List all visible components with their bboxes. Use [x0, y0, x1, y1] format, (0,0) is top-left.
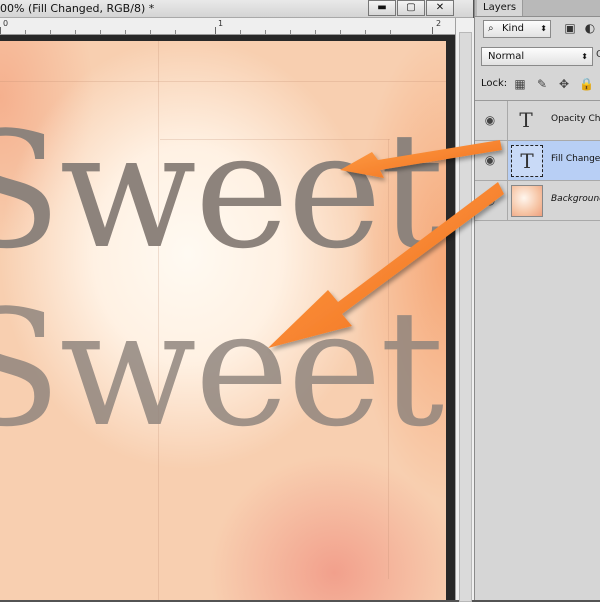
tab-layers[interactable]: Layers — [477, 0, 524, 16]
lock-position-icon[interactable]: ✥ — [557, 77, 571, 91]
updown-arrow-icon: ⬍ — [581, 52, 588, 61]
maximize-button[interactable]: ▢ — [397, 0, 425, 16]
ruler-tick — [100, 30, 101, 34]
ruler-label: 0 — [3, 19, 9, 28]
scrollbar-thumb[interactable] — [459, 32, 472, 602]
eye-icon[interactable]: ◉ — [483, 113, 497, 127]
layer-row-fill[interactable]: ◉ T Fill Changed — [475, 141, 600, 181]
layers-list: ◉ T Opacity Cha ◉ T Fill Changed ◉ Backg… — [475, 100, 600, 601]
document-canvas[interactable]: Sweet Sweet — [0, 41, 446, 600]
lock-paint-icon[interactable]: ✎ — [535, 77, 549, 91]
layer-row-background[interactable]: ◉ Background — [475, 181, 600, 221]
lock-row: Lock: ▦ ✎ ✥ 🔒 — [475, 76, 600, 94]
ruler-tick — [50, 30, 51, 34]
ruler-tick — [340, 30, 341, 34]
ruler-label: 1 — [218, 19, 224, 28]
ruler-tick — [75, 30, 76, 34]
blend-mode-label: Normal — [488, 51, 525, 62]
maximize-icon: ▢ — [406, 2, 416, 13]
panel-tab-bar: Layers — [475, 0, 600, 17]
lock-label: Lock: — [481, 78, 508, 89]
visibility-column: ◉ — [475, 101, 508, 140]
layers-panel: Layers ⌕ Kind ⬍ ▣ ◐ Normal ⬍ O Lock: ▦ ✎… — [474, 0, 600, 600]
opacity-label-cut: O — [596, 49, 600, 60]
ruler-tick — [0, 27, 1, 34]
eye-icon[interactable]: ◉ — [483, 153, 497, 167]
eye-icon[interactable]: ◉ — [483, 193, 497, 207]
layer-name[interactable]: Fill Changed — [551, 154, 600, 164]
window-controls: ▬ ▢ ✕ — [368, 0, 455, 16]
layer-name[interactable]: Background — [551, 194, 600, 204]
ruler-tick — [290, 30, 291, 34]
ruler-tick — [25, 30, 26, 34]
canvas-text-opacity-layer[interactable]: Sweet — [0, 111, 444, 271]
layer-name[interactable]: Opacity Cha — [551, 114, 600, 124]
canvas-text-fill-layer[interactable]: Sweet — [0, 289, 444, 449]
filter-kind-label: Kind — [502, 23, 525, 34]
ruler-tick — [150, 30, 151, 34]
layer-row-opacity[interactable]: ◉ T Opacity Cha — [475, 101, 600, 141]
ruler-tick — [125, 30, 126, 34]
text-layer-thumbnail: T — [511, 145, 543, 177]
canvas-area[interactable]: Sweet Sweet — [0, 35, 455, 600]
lock-all-icon[interactable]: 🔒 — [579, 77, 594, 91]
ruler-tick — [432, 27, 433, 34]
close-icon: ✕ — [435, 2, 445, 13]
minimize-icon: ▬ — [377, 2, 387, 13]
paper-fold-line — [0, 81, 446, 82]
document-title: 00% (Fill Changed, RGB/8) * — [0, 2, 155, 15]
updown-arrow-icon: ⬍ — [540, 24, 547, 33]
horizontal-ruler[interactable]: 0 1 2 — [0, 18, 455, 35]
visibility-column: ◉ — [475, 181, 508, 220]
ruler-tick — [365, 30, 366, 34]
ruler-tick — [175, 30, 176, 34]
blend-mode-select[interactable]: Normal ⬍ — [481, 47, 593, 66]
vertical-scrollbar[interactable] — [455, 18, 474, 602]
ruler-tick — [265, 30, 266, 34]
adjustment-filter-icon[interactable]: ◐ — [583, 21, 597, 35]
document-window: 00% (Fill Changed, RGB/8) * ▬ ▢ ✕ 0 1 2 — [0, 0, 474, 602]
ruler-tick — [215, 27, 216, 34]
magnifier-icon: ⌕ — [488, 23, 494, 34]
ruler-label: 2 — [436, 19, 442, 28]
filter-kind-select[interactable]: ⌕ Kind ⬍ — [483, 20, 551, 38]
ruler-tick — [390, 30, 391, 34]
lock-transparent-icon[interactable]: ▦ — [513, 77, 527, 91]
document-title-bar[interactable]: 00% (Fill Changed, RGB/8) * ▬ ▢ ✕ — [0, 0, 473, 18]
minimize-button[interactable]: ▬ — [368, 0, 396, 16]
close-button[interactable]: ✕ — [426, 0, 454, 16]
text-layer-thumbnail: T — [519, 108, 533, 132]
image-filter-icon[interactable]: ▣ — [563, 21, 577, 35]
background-layer-thumbnail — [511, 185, 543, 217]
ruler-tick — [315, 30, 316, 34]
ruler-tick — [240, 30, 241, 34]
layer-filter-row: ⌕ Kind ⬍ ▣ ◐ — [479, 20, 600, 38]
visibility-column: ◉ — [475, 141, 508, 180]
